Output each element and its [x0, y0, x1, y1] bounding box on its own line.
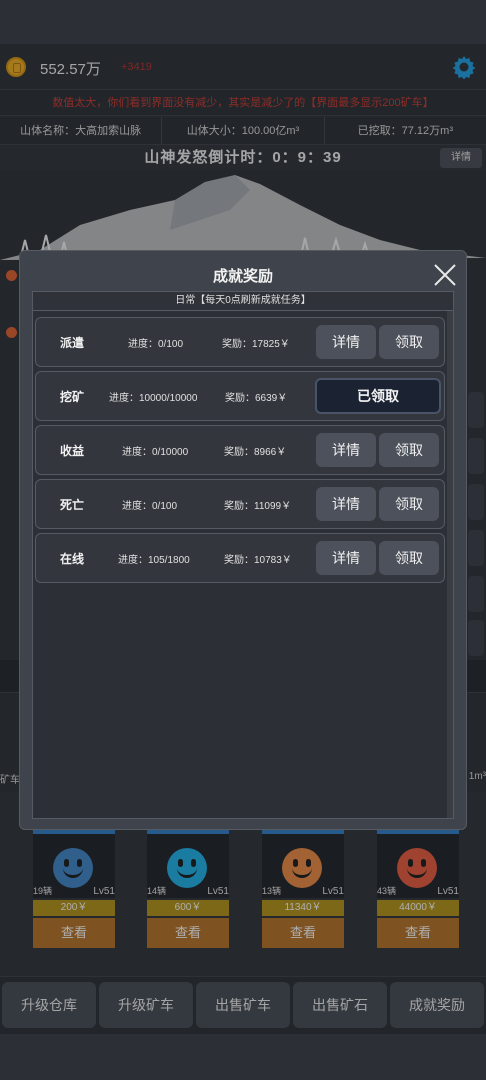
sell-ore-button[interactable]: 出售矿石: [293, 982, 387, 1028]
scrollbar[interactable]: [447, 311, 453, 818]
car-price: 600￥: [147, 900, 229, 916]
car-card: 19辆 Lv51 200￥ 查看: [33, 830, 115, 948]
notice-banner: 数值太大，你们看到界面没有减少，其实是减少了的【界面最多显示200矿车】: [0, 90, 486, 116]
car-count: 19辆: [33, 886, 53, 896]
achievement-progress: 进度：0/10000: [122, 447, 189, 458]
car-price: 44000￥: [377, 900, 459, 916]
car-view-button[interactable]: 查看: [262, 918, 344, 948]
car-count: 13辆: [262, 886, 282, 896]
side-label-left: 矿车: [0, 775, 20, 786]
mined-amount: 已挖取：77.12万m³: [357, 125, 453, 137]
car-price: 11340￥: [262, 900, 344, 916]
achievement-name: 死亡: [60, 498, 85, 512]
side-label-right: 1m³: [468, 771, 486, 782]
money-delta: +3419: [121, 61, 152, 73]
achievement-progress: 进度：0/100: [122, 501, 178, 512]
achievement-name: 派遣: [60, 336, 85, 350]
achievement-modal: 成就奖励 日常【每天0点刷新成就任务】 派遣 进度：0/100 奖励：17825…: [19, 250, 467, 830]
side-button[interactable]: [468, 620, 484, 656]
modal-title: 成就奖励: [212, 268, 273, 285]
achievement-reward-button[interactable]: 成就奖励: [390, 982, 484, 1028]
mountain-info-bar: 山体名称：大高加索山脉 山体大小：100.00亿m³ 已挖取：77.12万m³: [0, 117, 486, 145]
side-button[interactable]: [468, 438, 484, 474]
gear-icon[interactable]: [452, 55, 476, 79]
upgrade-car-button[interactable]: 升级矿车: [99, 982, 193, 1028]
detail-button[interactable]: 详情: [316, 433, 376, 467]
car-price: 200￥: [33, 900, 115, 916]
car-image: 14辆 Lv51: [147, 834, 229, 898]
modal-subtitle: 日常【每天0点刷新成就任务】: [32, 291, 454, 311]
claim-button[interactable]: 领取: [379, 541, 439, 575]
countdown-detail-button[interactable]: 详情: [440, 148, 482, 168]
claimed-button[interactable]: 已领取: [315, 378, 441, 414]
wrath-countdown: 山神发怒倒计时：0：9：39: [144, 149, 342, 166]
car-view-button[interactable]: 查看: [147, 918, 229, 948]
close-icon[interactable]: [433, 263, 457, 287]
claim-button[interactable]: 领取: [379, 433, 439, 467]
car-level: Lv51: [322, 886, 344, 897]
achievement-row: 在线 进度：105/1800 奖励：10783￥ 详情 领取: [35, 533, 445, 583]
car-count: 14辆: [147, 886, 167, 896]
detail-button[interactable]: 详情: [316, 541, 376, 575]
achievement-row: 派遣 进度：0/100 奖励：17825￥ 详情 领取: [35, 317, 445, 367]
achievement-name: 在线: [60, 552, 85, 566]
mountain-name: 山体名称：大高加索山脉: [0, 117, 163, 144]
mountain-size: 山体大小：100.00亿m³: [162, 117, 325, 144]
achievement-list: 派遣 进度：0/100 奖励：17825￥ 详情 领取 挖矿 进度：10000/…: [32, 311, 454, 819]
side-button[interactable]: [468, 392, 484, 428]
side-button[interactable]: [468, 530, 484, 566]
smiley-face-icon: [167, 848, 207, 888]
alert-face-icon: [6, 327, 17, 338]
achievement-progress: 进度：10000/10000: [109, 393, 198, 404]
car-image: 13辆 Lv51: [262, 834, 344, 898]
car-view-button[interactable]: 查看: [33, 918, 115, 948]
sell-car-button[interactable]: 出售矿车: [196, 982, 290, 1028]
smiley-face-icon: [397, 848, 437, 888]
side-button[interactable]: [468, 484, 484, 520]
achievement-name: 挖矿: [60, 390, 85, 404]
achievement-reward: 奖励：8966￥: [224, 447, 287, 458]
car-level: Lv51: [207, 886, 229, 897]
app-screen: 552.57万 +3419 数值太大，你们看到界面没有减少，其实是减少了的【界面…: [0, 0, 486, 1080]
achievement-row: 收益 进度：0/10000 奖励：8966￥ 详情 领取: [35, 425, 445, 475]
detail-button[interactable]: 详情: [316, 487, 376, 521]
achievement-progress: 进度：105/1800: [118, 555, 190, 566]
claim-button[interactable]: 领取: [379, 487, 439, 521]
claim-button[interactable]: 领取: [379, 325, 439, 359]
achievement-reward: 奖励：17825￥: [222, 339, 290, 350]
achievement-reward: 奖励：11099￥: [224, 501, 292, 512]
status-bar: [0, 0, 486, 44]
side-button[interactable]: [468, 576, 484, 612]
detail-button[interactable]: 详情: [316, 325, 376, 359]
system-nav-bar: [0, 1034, 486, 1080]
smiley-face-icon: [53, 848, 93, 888]
achievement-name: 收益: [60, 444, 85, 458]
achievement-row: 挖矿 进度：10000/10000 奖励：6639￥ 已领取: [35, 371, 445, 421]
car-view-button[interactable]: 查看: [377, 918, 459, 948]
car-level: Lv51: [93, 886, 115, 897]
coin-icon: [6, 57, 26, 77]
mountain-illustration: [0, 175, 486, 260]
achievement-progress: 进度：0/100: [128, 339, 184, 350]
smiley-face-icon: [282, 848, 322, 888]
money-amount: 552.57万: [40, 61, 101, 78]
achievement-row: 死亡 进度：0/100 奖励：11099￥ 详情 领取: [35, 479, 445, 529]
alert-face-icon: [6, 270, 17, 281]
upgrade-warehouse-button[interactable]: 升级仓库: [2, 982, 96, 1028]
car-image: 43辆 Lv51: [377, 834, 459, 898]
car-card: 43辆 Lv51 44000￥ 查看: [377, 830, 459, 948]
car-image: 19辆 Lv51: [33, 834, 115, 898]
car-count: 43辆: [377, 886, 397, 896]
car-card: 14辆 Lv51 600￥ 查看: [147, 830, 229, 948]
achievement-reward: 奖励：6639￥: [225, 393, 288, 404]
car-card: 13辆 Lv51 11340￥ 查看: [262, 830, 344, 948]
car-level: Lv51: [437, 886, 459, 897]
achievement-reward: 奖励：10783￥: [224, 555, 292, 566]
